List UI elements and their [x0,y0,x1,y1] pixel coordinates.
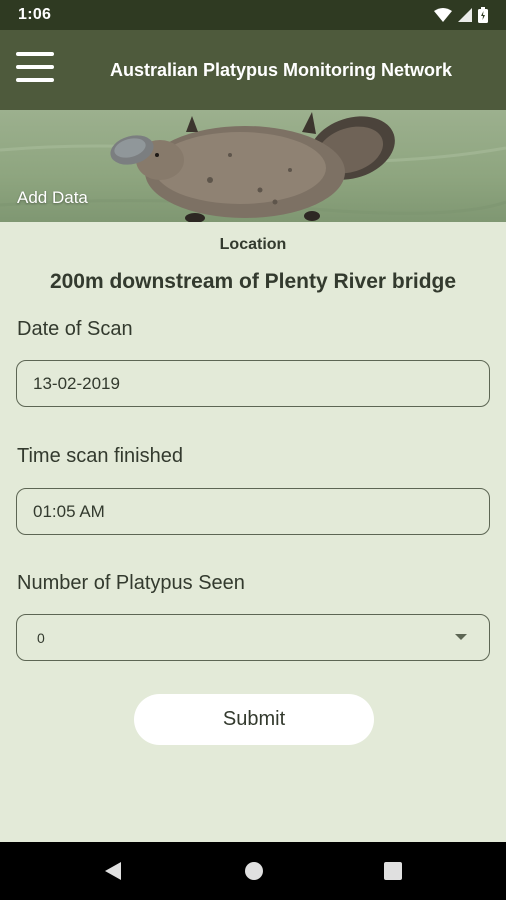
battery-icon [478,7,488,23]
location-label: Location [219,236,287,253]
time-scan-finished-label: Time scan finished [17,445,183,467]
location-value: 200m downstream of Plenty River bridge [49,270,457,293]
hamburger-menu-icon[interactable] [16,52,54,82]
time-scan-finished-field[interactable]: 01:05 AM [16,488,490,535]
back-icon[interactable] [103,861,123,886]
app-bar: Australian Platypus Monitoring Network [0,30,506,110]
date-of-scan-value: 13-02-2019 [33,373,120,393]
dropdown-arrow-icon [455,634,467,640]
date-of-scan-label: Date of Scan [17,318,133,340]
add-data-label: Add Data [17,188,88,207]
platypus-count-label: Number of Platypus Seen [17,572,245,594]
status-bar: 1:06 [0,0,506,30]
status-time: 1:06 [18,6,52,23]
signal-icon [458,8,472,22]
platypus-count-value: 0 [37,629,45,646]
hero-image: Add Data [0,110,506,222]
home-icon[interactable] [244,861,264,886]
status-icons [434,7,488,23]
time-scan-finished-value: 01:05 AM [33,501,105,521]
submit-button[interactable]: Submit [134,694,374,745]
date-of-scan-field[interactable]: 13-02-2019 [16,360,490,407]
navigation-bar [0,842,506,900]
platypus-count-select[interactable]: 0 [16,614,490,661]
wifi-icon [434,8,452,22]
recents-icon[interactable] [384,862,402,885]
app-title: Australian Platypus Monitoring Network [110,60,453,80]
